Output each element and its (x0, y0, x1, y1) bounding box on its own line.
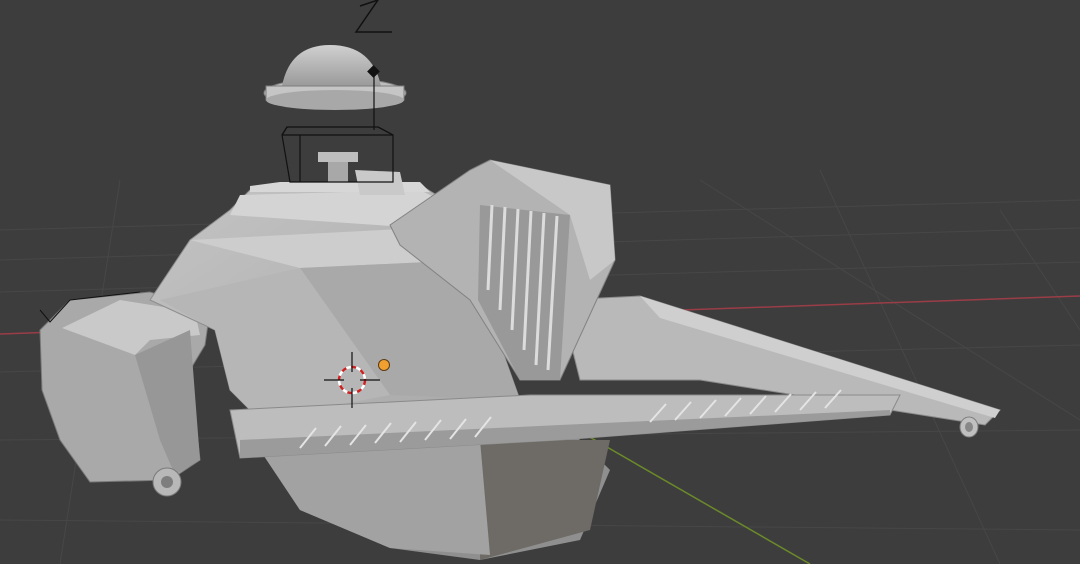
3d-viewport[interactable] (0, 0, 1080, 564)
object-origin-icon (378, 359, 390, 371)
turret-base[interactable] (250, 152, 430, 195)
dome[interactable] (263, 45, 407, 110)
z-axis-gizmo-icon (354, 0, 392, 33)
left-nacelle[interactable] (39, 291, 211, 497)
viewport-canvas[interactable] (0, 0, 1080, 564)
